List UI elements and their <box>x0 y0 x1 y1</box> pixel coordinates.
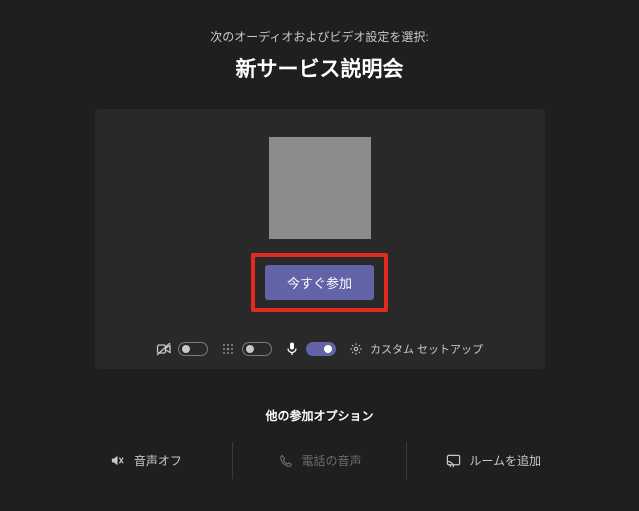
gear-icon <box>348 341 364 357</box>
camera-toggle[interactable] <box>178 342 208 356</box>
other-options-heading: 他の参加オプション <box>0 407 639 424</box>
background-blur-icon <box>220 341 236 357</box>
join-now-button[interactable]: 今すぐ参加 <box>265 265 374 300</box>
custom-setup-button[interactable]: カスタム セットアップ <box>348 341 483 357</box>
av-controls-bar: カスタム セットアップ <box>95 341 545 357</box>
video-preview-card: 今すぐ参加 <box>95 109 545 369</box>
audio-off-option[interactable]: 音声オフ <box>60 442 234 479</box>
add-room-option[interactable]: ルームを追加 <box>407 442 580 479</box>
meeting-title: 新サービス説明会 <box>0 53 639 83</box>
microphone-toggle[interactable] <box>306 342 336 356</box>
microphone-icon <box>284 341 300 357</box>
blur-toggle[interactable] <box>242 342 272 356</box>
camera-off-icon <box>156 341 172 357</box>
cast-icon <box>445 453 461 469</box>
speaker-off-icon <box>110 453 126 469</box>
audio-off-label: 音声オフ <box>134 452 182 469</box>
add-room-label: ルームを追加 <box>469 452 541 469</box>
phone-audio-option[interactable]: 電話の音声 <box>233 442 407 479</box>
phone-icon <box>278 453 294 469</box>
avatar-placeholder <box>269 137 371 239</box>
av-settings-subtitle: 次のオーディオおよびビデオ設定を選択: <box>0 28 639 45</box>
phone-audio-label: 電話の音声 <box>302 452 362 469</box>
custom-setup-label: カスタム セットアップ <box>370 341 483 357</box>
other-options-row: 音声オフ 電話の音声 ルームを追加 <box>60 442 580 479</box>
join-highlight: 今すぐ参加 <box>251 253 388 312</box>
